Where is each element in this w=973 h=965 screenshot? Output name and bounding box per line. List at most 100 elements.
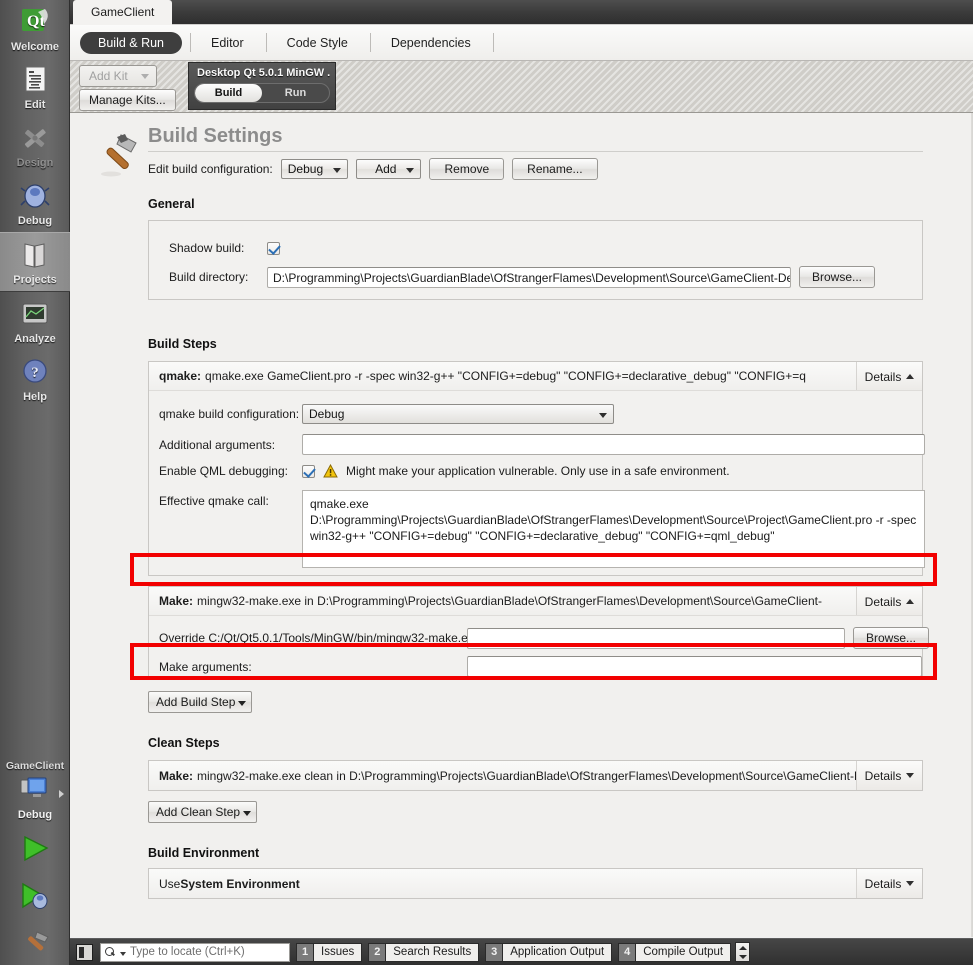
bug-icon	[18, 180, 52, 214]
tab-dependencies[interactable]: Dependencies	[377, 32, 485, 54]
build-directory-input[interactable]: D:\Programming\Projects\GuardianBlade\Of…	[267, 266, 791, 288]
tab-build-and-run[interactable]: Build & Run	[80, 31, 183, 54]
run-controls: GameClient Debug	[0, 760, 70, 965]
page-title: Build Settings	[148, 125, 923, 152]
locator-input[interactable]: Type to locate (Ctrl+K)	[100, 942, 290, 962]
build-run-toggle: Build Run	[194, 83, 330, 103]
add-build-step-button[interactable]: Add Build Step	[148, 691, 253, 713]
toggle-run[interactable]: Run	[262, 84, 329, 102]
tab-gameclient[interactable]: GameClient	[73, 0, 173, 25]
pane-number: 2	[368, 942, 386, 962]
question-mark-icon: ?	[18, 356, 52, 390]
output-pane-compile-output[interactable]: 4 Compile Output	[618, 942, 732, 962]
pane-label: Search Results	[385, 942, 480, 962]
qmake-additional-arguments-row: Additional arguments:	[159, 434, 925, 455]
build-environment-heading: Build Environment	[148, 846, 260, 860]
brush-ruler-icon	[18, 122, 52, 156]
caret-up-icon	[906, 599, 915, 604]
tab-separator	[369, 33, 371, 52]
qt-logo-icon: Qt	[18, 6, 52, 40]
tab-editor[interactable]: Editor	[197, 32, 258, 54]
locator-placeholder: Type to locate (Ctrl+K)	[130, 946, 245, 958]
qmake-config-label: qmake build configuration:	[159, 407, 300, 421]
build-directory-label: Build directory:	[169, 270, 249, 284]
make-details-button[interactable]: Details	[856, 587, 922, 615]
general-heading: General	[148, 197, 195, 211]
build-project-button[interactable]	[0, 923, 70, 965]
add-clean-step-button[interactable]: Add Clean Step	[148, 801, 258, 823]
build-step-qmake: qmake: qmake.exe GameClient.pro -r -spec…	[148, 361, 925, 576]
output-pane-issues[interactable]: 1 Issues	[296, 942, 363, 962]
qmake-step-header[interactable]: qmake: qmake.exe GameClient.pro -r -spec…	[149, 362, 922, 391]
chevron-down-icon	[333, 168, 342, 173]
add-build-step-label: Add Build Step	[156, 695, 236, 709]
add-kit-button[interactable]: Add Kit	[79, 65, 157, 87]
qmake-details-button[interactable]: Details	[856, 362, 922, 390]
sidebar-item-label: Edit	[24, 99, 46, 111]
build-configuration-select[interactable]: Debug	[280, 159, 349, 179]
status-bar: Type to locate (Ctrl+K) 1 Issues 2 Searc…	[70, 938, 973, 965]
output-pane-search-results[interactable]: 2 Search Results	[368, 942, 480, 962]
remove-configuration-button[interactable]: Remove	[429, 158, 505, 180]
build-environment-details-button[interactable]: Details	[856, 869, 922, 898]
chevron-down-icon	[238, 701, 247, 706]
manage-kits-button[interactable]: Manage Kits...	[79, 89, 176, 111]
chevron-right-icon	[59, 790, 64, 798]
toggle-sidebar-button[interactable]	[76, 943, 93, 961]
tab-code-style[interactable]: Code Style	[273, 32, 362, 54]
make-override-row: Override C:/Qt/Qt5.0.1/Tools/MinGW/bin/m…	[159, 627, 930, 649]
make-override-input[interactable]	[467, 627, 845, 649]
active-project-label: GameClient	[5, 760, 65, 772]
make-step-command: mingw32-make.exe in D:\Programming\Proje…	[197, 594, 822, 608]
build-directory-row: Build directory: D:\Programming\Projects…	[169, 266, 876, 288]
rename-configuration-button[interactable]: Rename...	[512, 158, 598, 180]
qmake-build-configuration-select[interactable]: Debug	[302, 404, 614, 424]
general-panel: Shadow build: Build directory: D:\Progra…	[148, 220, 923, 300]
output-pane-application-output[interactable]: 3 Application Output	[485, 942, 613, 962]
browse-make-button[interactable]: Browse...	[853, 627, 930, 649]
sidebar-item-welcome[interactable]: Qt Welcome	[0, 0, 70, 58]
make-step-title: Make:	[159, 594, 194, 608]
start-debugging-button[interactable]	[0, 875, 70, 923]
project-category-tabs: Build & Run Editor Code Style Dependenci…	[70, 25, 973, 61]
clean-step-make: Make: mingw32-make.exe clean in D:\Progr…	[148, 760, 923, 791]
sidebar-item-analyze[interactable]: Analyze	[0, 292, 70, 350]
build-configuration-value: Debug	[287, 162, 324, 176]
build-steps-heading: Build Steps	[148, 337, 217, 351]
pane-number: 3	[485, 942, 503, 962]
toggle-build[interactable]: Build	[195, 84, 262, 102]
chevron-down-icon	[141, 74, 149, 79]
sidebar-item-debug[interactable]: Debug	[0, 174, 70, 232]
clean-details-button[interactable]: Details	[856, 761, 922, 790]
sidebar-item-help[interactable]: ? Help	[0, 350, 70, 408]
build-step-make: Make: mingw32-make.exe in D:\Programming…	[148, 586, 930, 678]
make-step-header[interactable]: Make: mingw32-make.exe in D:\Programming…	[149, 587, 922, 616]
tab-separator	[492, 33, 494, 52]
additional-arguments-input[interactable]	[302, 434, 925, 455]
make-arguments-input[interactable]	[467, 656, 922, 677]
effective-qmake-call-row: Effective qmake call: qmake.exe D:\Progr…	[159, 490, 925, 568]
run-button[interactable]	[0, 827, 70, 875]
sidebar-item-design[interactable]: Design	[0, 116, 70, 174]
kit-card[interactable]: Desktop Qt 5.0.1 MinGW ... Build Run	[188, 62, 336, 110]
sidebar-item-projects[interactable]: Projects	[0, 232, 70, 292]
details-label: Details	[864, 594, 902, 609]
run-configuration-selector[interactable]: Debug	[0, 774, 70, 827]
qml-debugging-checkbox[interactable]	[302, 464, 315, 478]
browse-build-directory-button[interactable]: Browse...	[799, 266, 876, 288]
document-lines-icon	[18, 64, 52, 98]
qmake-step-title: qmake:	[159, 369, 202, 383]
sidebar-item-edit[interactable]: Edit	[0, 58, 70, 116]
clean-step-header[interactable]: Make: mingw32-make.exe clean in D:\Progr…	[149, 761, 922, 790]
pane-number: 1	[296, 942, 313, 962]
add-configuration-button[interactable]: Add	[356, 159, 422, 179]
hammer-icon	[95, 131, 143, 179]
warning-icon	[323, 463, 338, 478]
qt-creator-window: Qt Welcome Edit Design Debug Projects An…	[0, 0, 973, 965]
build-environment-header[interactable]: Use System Environment Details	[149, 869, 922, 898]
sidebar-item-label: Projects	[13, 274, 57, 286]
chevron-down-icon	[599, 413, 607, 418]
output-pane-spinner-buttons[interactable]	[735, 942, 751, 962]
shadow-build-checkbox[interactable]	[267, 241, 280, 255]
content-scrollbar[interactable]	[971, 113, 972, 937]
